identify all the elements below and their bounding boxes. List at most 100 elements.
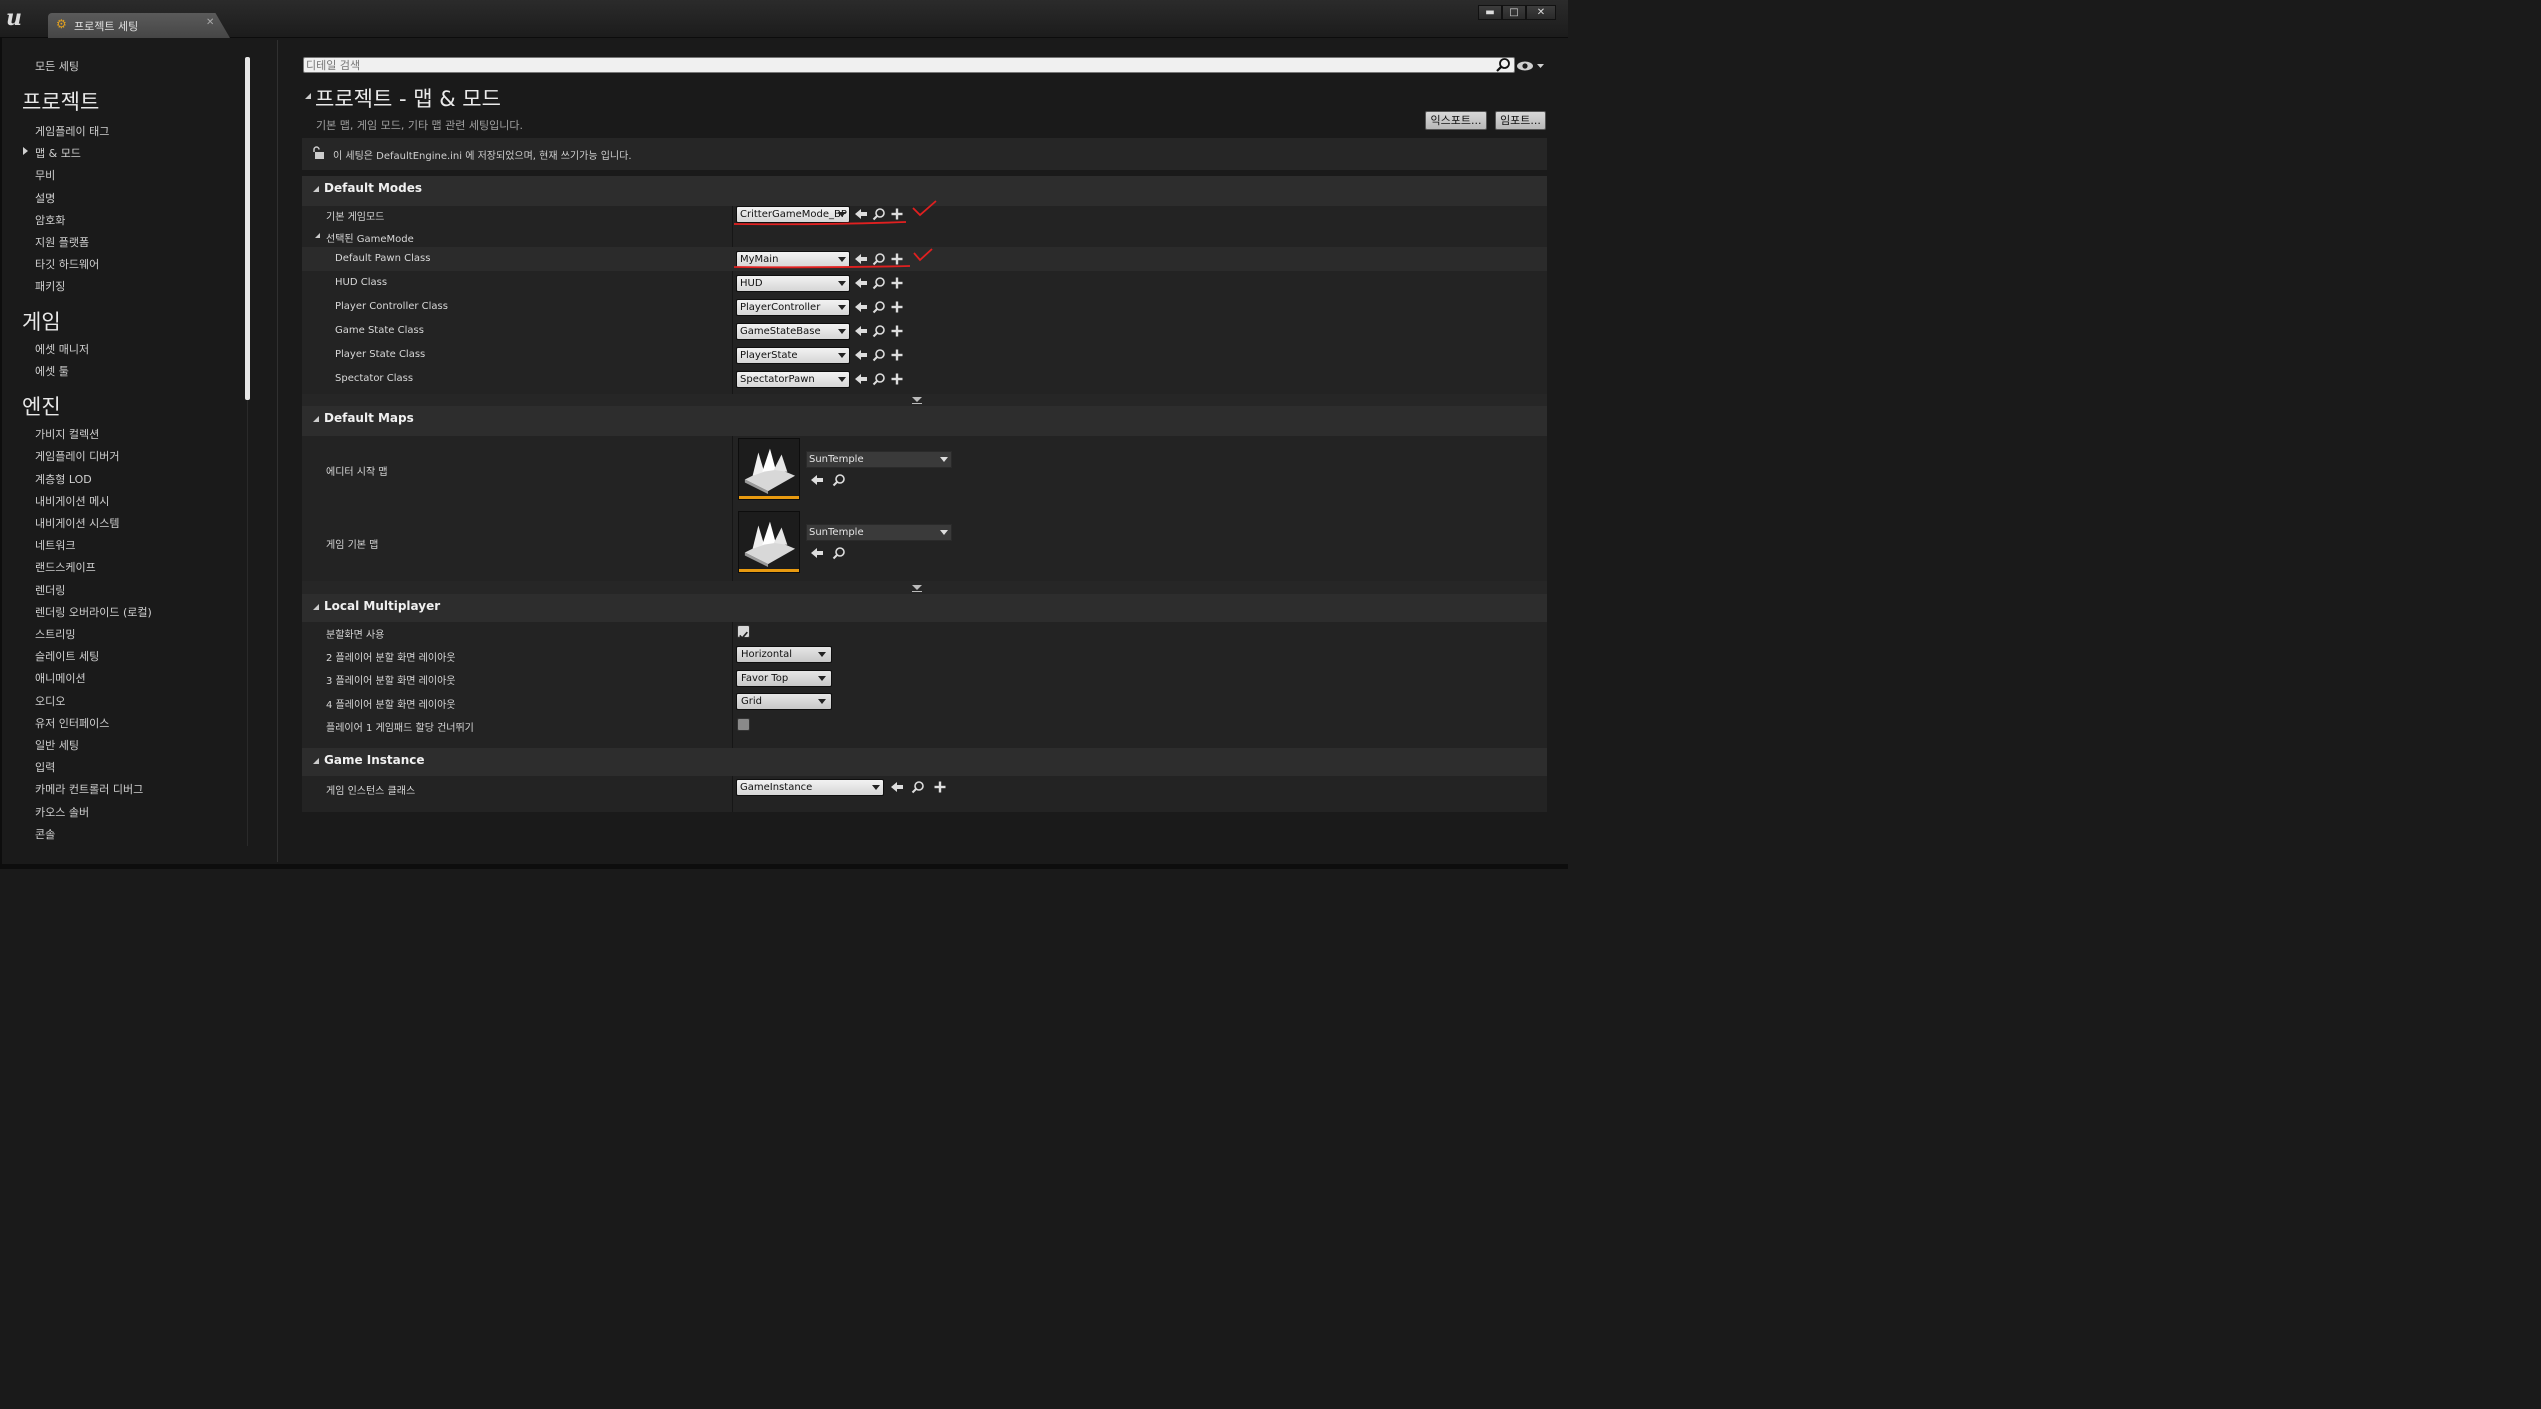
use-selected-arrow-icon[interactable] <box>854 300 868 314</box>
add-plus-icon[interactable] <box>890 372 904 386</box>
spectator-class-combo[interactable]: SpectatorPawn <box>736 371 850 388</box>
page-title: 프로젝트 - 맵 & 모드 <box>315 87 501 111</box>
add-plus-icon[interactable] <box>890 324 904 338</box>
sidebar-item[interactable]: 네트워크 <box>35 537 75 553</box>
sidebar-item[interactable]: 콘솔 <box>35 826 55 842</box>
splitscreen-checkbox[interactable] <box>737 625 750 640</box>
hud-class-combo[interactable]: HUD <box>736 275 850 292</box>
sidebar-item[interactable]: 애니메이션 <box>35 670 86 686</box>
maximize-button[interactable]: □ <box>1502 5 1526 20</box>
sidebar-item[interactable]: 가비지 컬렉션 <box>35 426 99 442</box>
use-selected-arrow-icon[interactable] <box>854 324 868 338</box>
sidebar-item-all-settings[interactable]: 모든 세팅 <box>35 58 79 74</box>
advanced-expander[interactable] <box>302 581 1547 594</box>
browse-search-icon[interactable] <box>872 300 886 314</box>
import-button[interactable]: 임포트... <box>1495 111 1546 130</box>
export-button[interactable]: 익스포트... <box>1425 111 1487 130</box>
browse-search-icon[interactable] <box>872 276 886 290</box>
sidebar-item[interactable]: 슬레이트 세팅 <box>35 648 99 664</box>
use-selected-arrow-icon[interactable] <box>854 372 868 386</box>
sidebar-item[interactable]: 유저 인터페이스 <box>35 715 109 731</box>
search-input[interactable] <box>306 58 1486 72</box>
sidebar-item[interactable]: 에셋 툴 <box>35 363 69 379</box>
collapse-arrow-icon[interactable] <box>315 233 320 238</box>
sidebar-scrollbar[interactable] <box>245 57 250 400</box>
map-thumbnail[interactable] <box>738 438 800 500</box>
sidebar-item[interactable]: 랜드스케이프 <box>35 559 96 575</box>
sidebar-item[interactable]: 렌더링 <box>35 582 65 598</box>
browse-search-icon[interactable] <box>872 372 886 386</box>
use-selected-arrow-icon[interactable] <box>810 473 824 487</box>
add-plus-icon[interactable] <box>890 276 904 290</box>
sidebar-item[interactable]: 내비게이션 메시 <box>35 493 109 509</box>
sidebar-scroll-track[interactable] <box>247 400 248 846</box>
sidebar-item[interactable]: 일반 세팅 <box>35 737 79 753</box>
collapse-arrow-icon[interactable] <box>313 758 319 764</box>
sidebar-item[interactable]: 카메라 컨트롤러 디버그 <box>35 781 143 797</box>
use-selected-arrow-icon[interactable] <box>890 780 904 794</box>
map-thumbnail[interactable] <box>738 511 800 573</box>
section-header-default-maps[interactable] <box>302 406 1547 436</box>
sidebar-divider[interactable] <box>277 40 278 862</box>
add-plus-icon[interactable] <box>890 348 904 362</box>
sidebar-item[interactable]: 암호화 <box>35 212 65 228</box>
minimize-button[interactable]: ▬ <box>1478 5 1502 20</box>
sidebar-item[interactable]: 에셋 매니저 <box>35 341 89 357</box>
game-state-class-combo[interactable]: GameStateBase <box>736 323 850 340</box>
sidebar-item[interactable]: 무비 <box>35 167 55 183</box>
browse-search-icon[interactable] <box>872 324 886 338</box>
add-plus-icon[interactable] <box>933 780 947 794</box>
sidebar-item[interactable]: 내비게이션 시스템 <box>35 515 119 531</box>
collapse-arrow-icon[interactable] <box>313 604 319 610</box>
section-title: Default Maps <box>324 411 414 425</box>
tab-label: 프로젝트 세팅 <box>74 20 139 33</box>
close-button[interactable]: ✕ <box>1526 5 1556 20</box>
collapse-arrow-icon[interactable] <box>305 93 311 99</box>
sidebar-item[interactable]: 타깃 하드웨어 <box>35 256 99 272</box>
column-splitter[interactable] <box>732 176 733 406</box>
sidebar-item[interactable]: 게임플레이 태그 <box>35 123 109 139</box>
selected-arrow-icon <box>23 147 28 155</box>
section-header-game-instance[interactable] <box>302 748 1547 776</box>
add-plus-icon[interactable] <box>890 300 904 314</box>
collapse-arrow-icon[interactable] <box>313 416 319 422</box>
sidebar-item[interactable]: 게임플레이 디버거 <box>35 448 119 464</box>
browse-search-icon[interactable] <box>911 780 925 794</box>
use-selected-arrow-icon[interactable] <box>810 546 824 560</box>
advanced-expander[interactable] <box>302 394 1547 406</box>
sidebar-item[interactable]: 카오스 솔버 <box>35 804 89 820</box>
sidebar-item[interactable]: 스트리밍 <box>35 626 75 642</box>
browse-search-icon[interactable] <box>872 348 886 362</box>
player-state-class-combo[interactable]: PlayerState <box>736 347 850 364</box>
collapse-arrow-icon[interactable] <box>313 186 319 192</box>
sidebar-item[interactable]: 계층형 LOD <box>35 471 92 487</box>
select-value: Grid <box>741 696 762 707</box>
use-selected-arrow-icon[interactable] <box>854 348 868 362</box>
sidebar-item[interactable]: 지원 플랫폼 <box>35 234 89 250</box>
browse-search-icon[interactable] <box>832 473 846 487</box>
sidebar-item[interactable]: 렌더링 오버라이드 (로컬) <box>35 604 152 620</box>
map-thumbnail-icon <box>744 448 796 495</box>
sidebar-item[interactable]: 패키징 <box>35 278 65 294</box>
sidebar-item[interactable]: 오디오 <box>35 693 65 709</box>
skip-gamepad-checkbox[interactable] <box>737 718 750 731</box>
pawn-class-label: Default Pawn Class <box>335 253 431 264</box>
sidebar-item[interactable]: 입력 <box>35 759 55 775</box>
editor-startup-map-combo[interactable]: SunTemple <box>806 451 952 468</box>
combo-value: SpectatorPawn <box>740 374 815 385</box>
tab-close-icon[interactable]: ✕ <box>206 17 214 28</box>
eye-icon[interactable] <box>1516 58 1546 74</box>
use-selected-arrow-icon[interactable] <box>854 276 868 290</box>
search-icon[interactable] <box>1495 57 1511 73</box>
game-instance-class-combo[interactable]: GameInstance <box>736 779 884 796</box>
game-default-map-combo[interactable]: SunTemple <box>806 524 952 541</box>
sidebar-item[interactable]: 설명 <box>35 190 55 206</box>
combo-value: HUD <box>740 278 763 289</box>
sidebar-item-maps-modes[interactable]: 맵 & 모드 <box>35 145 81 161</box>
controller-class-combo[interactable]: PlayerController <box>736 299 850 316</box>
section-header-local-multiplayer[interactable] <box>302 594 1547 622</box>
section-title: Local Multiplayer <box>324 599 441 613</box>
section-title: Game Instance <box>324 753 425 767</box>
browse-search-icon[interactable] <box>832 546 846 560</box>
combo-value: PlayerController <box>740 302 821 313</box>
